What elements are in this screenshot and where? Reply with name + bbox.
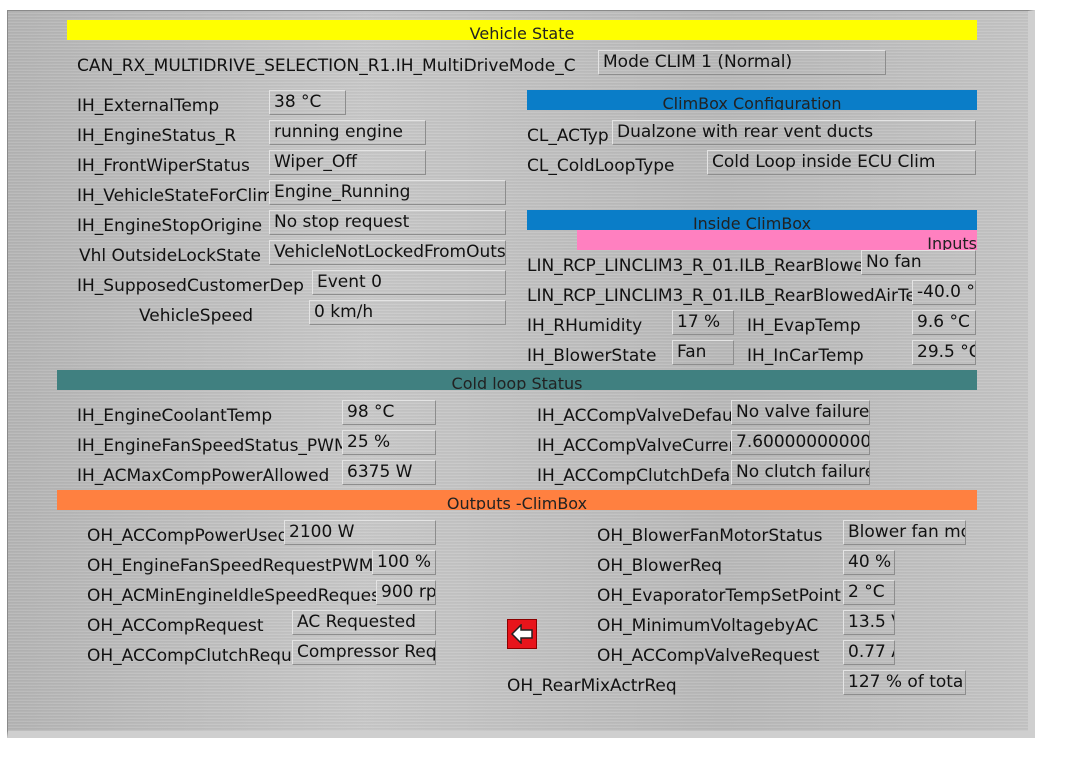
blower-state-label: IH_BlowerState	[527, 346, 657, 366]
humidity-label: IH_RHumidity	[527, 316, 643, 336]
back-button[interactable]	[507, 619, 537, 649]
cold-loop-type-label: CL_ColdLoopType	[527, 156, 675, 176]
ac-comp-clutch-default-value: No clutch failure	[731, 460, 870, 485]
ac-comp-clutch-default-label: IH_ACCompClutchDefault	[537, 466, 731, 486]
inputs-title: Inputs	[927, 234, 977, 250]
rear-blower-speed-value: No fan	[861, 250, 976, 275]
humidity-value: 17 %	[672, 310, 734, 335]
outputs-title: Outputs -ClimBox	[446, 494, 588, 510]
outputs-header: Outputs -ClimBox	[57, 490, 977, 510]
in-car-temp-label: IH_InCarTemp	[747, 346, 864, 366]
climbox-config-header: ClimBox Configuration	[527, 90, 977, 110]
rear-mix-actr-req-value: 127 % of total	[843, 670, 966, 695]
evap-temp-value: 9.6 °C	[912, 310, 976, 335]
ac-comp-valve-current-value: 7.600000000000	[731, 430, 870, 455]
inputs-header: Inputs	[577, 230, 977, 250]
ac-comp-clutch-request-value: Compressor Requested	[292, 640, 436, 665]
engine-fan-speed-status-label: IH_EngineFanSpeedStatus_PWM	[77, 436, 342, 456]
vehicle-state-header: Vehicle State	[67, 20, 977, 40]
in-car-temp-value: 29.5 °C	[912, 340, 976, 365]
ac-comp-valve-current-label: IH_ACCompValveCurrent	[537, 436, 731, 456]
engine-fan-speed-request-value: 100 %	[372, 550, 436, 575]
engine-stop-origine-label: IH_EngineStopOrigine	[77, 216, 263, 236]
cold-loop-title: Cold loop Status	[451, 374, 583, 390]
cold-loop-type-value: Cold Loop inside ECU Clim	[707, 150, 976, 175]
ac-comp-power-used-label: OH_ACCompPowerUsed	[87, 526, 284, 546]
ac-comp-power-used-value: 2100 W	[284, 520, 436, 545]
multidrive-value: Mode CLIM 1 (Normal)	[598, 50, 886, 75]
ac-comp-request-value: AC Requested	[292, 610, 436, 635]
blower-fan-motor-status-value: Blower fan motor OK	[843, 520, 966, 545]
ac-type-value: Dualzone with rear vent ducts	[612, 120, 976, 145]
inside-climbox-header: Inside ClimBox	[527, 210, 977, 230]
blower-fan-motor-status-label: OH_BlowerFanMotorStatus	[597, 526, 823, 546]
ac-comp-valve-default-label: IH_ACCompValveDefault	[537, 406, 731, 426]
rear-blowed-air-temp-value: -40.0 °C	[912, 280, 976, 305]
evaporator-temp-setpoint-label: OH_EvaporatorTempSetPoint	[597, 586, 841, 606]
engine-fan-speed-request-label: OH_EngineFanSpeedRequestPWM	[87, 556, 372, 576]
engine-stop-origine-value: No stop request	[269, 210, 506, 235]
engine-status-value: running engine	[269, 120, 426, 145]
external-temp-value: 38 °C	[269, 90, 346, 115]
ac-max-comp-power-label: IH_ACMaxCompPowerAllowed	[77, 466, 330, 486]
arrow-left-icon	[511, 624, 533, 644]
ac-type-label: CL_ACTyp	[527, 126, 609, 146]
supposed-customer-dep-label: IH_SupposedCustomerDep	[77, 276, 304, 296]
supposed-customer-dep-value: Event 0	[312, 270, 506, 295]
ac-comp-valve-default-value: No valve failure	[731, 400, 870, 425]
outside-lock-state-value: VehicleNotLockedFromOutside	[269, 240, 506, 265]
vehicle-speed-label: VehicleSpeed	[139, 306, 254, 326]
ac-comp-valve-request-label: OH_ACCompValveRequest	[597, 646, 820, 666]
evaporator-temp-setpoint-value: 2 °C	[843, 580, 895, 605]
inside-climbox-title: Inside ClimBox	[692, 214, 812, 230]
blower-req-value: 40 %	[843, 550, 895, 575]
vehicle-state-clim-value: Engine_Running	[269, 180, 506, 205]
evap-temp-label: IH_EvapTemp	[747, 316, 861, 336]
engine-status-label: IH_EngineStatus_R	[77, 126, 237, 146]
cold-loop-header: Cold loop Status	[57, 370, 977, 390]
ac-comp-valve-request-value: 0.77 A	[843, 640, 895, 665]
climbox-panel: Vehicle State CAN_RX_MULTIDRIVE_SELECTIO…	[7, 10, 1035, 738]
ac-min-engine-idle-speed-label: OH_ACMinEngineIdleSpeedRequest	[87, 586, 376, 606]
rear-mix-actr-req-label: OH_RearMixActrReq	[507, 676, 677, 696]
engine-coolant-temp-label: IH_EngineCoolantTemp	[77, 406, 273, 426]
minimum-voltage-by-ac-value: 13.5 V	[843, 610, 895, 635]
front-wiper-status-value: Wiper_Off	[269, 150, 426, 175]
multidrive-label: CAN_RX_MULTIDRIVE_SELECTION_R1.IH_MultiD…	[77, 56, 576, 76]
rear-blowed-air-temp-label: LIN_RCP_LINCLIM3_R_01.ILB_RearBlowedAirT…	[527, 286, 912, 306]
ac-comp-clutch-request-label: OH_ACCompClutchRequest	[87, 646, 292, 666]
blower-state-value: Fan	[672, 340, 734, 365]
ac-comp-request-label: OH_ACCompRequest	[87, 616, 264, 636]
outside-lock-state-label: Vhl OutsideLockState	[79, 246, 261, 266]
engine-fan-speed-status-value: 25 %	[342, 430, 436, 455]
external-temp-label: IH_ExternalTemp	[77, 96, 220, 116]
ac-max-comp-power-value: 6375 W	[342, 460, 436, 485]
vehicle-state-clim-label: IH_VehicleStateForClim	[77, 186, 269, 206]
ac-min-engine-idle-speed-value: 900 rpm	[376, 580, 436, 605]
vehicle-speed-value: 0 km/h	[309, 300, 506, 325]
climbox-config-title: ClimBox Configuration	[662, 94, 842, 110]
engine-coolant-temp-value: 98 °C	[342, 400, 436, 425]
minimum-voltage-by-ac-label: OH_MinimumVoltagebyAC	[597, 616, 819, 636]
blower-req-label: OH_BlowerReq	[597, 556, 723, 576]
front-wiper-status-label: IH_FrontWiperStatus	[77, 156, 250, 176]
vehicle-state-title: Vehicle State	[469, 24, 575, 40]
rear-blower-speed-label: LIN_RCP_LINCLIM3_R_01.ILB_RearBlowerSpee…	[527, 256, 861, 276]
